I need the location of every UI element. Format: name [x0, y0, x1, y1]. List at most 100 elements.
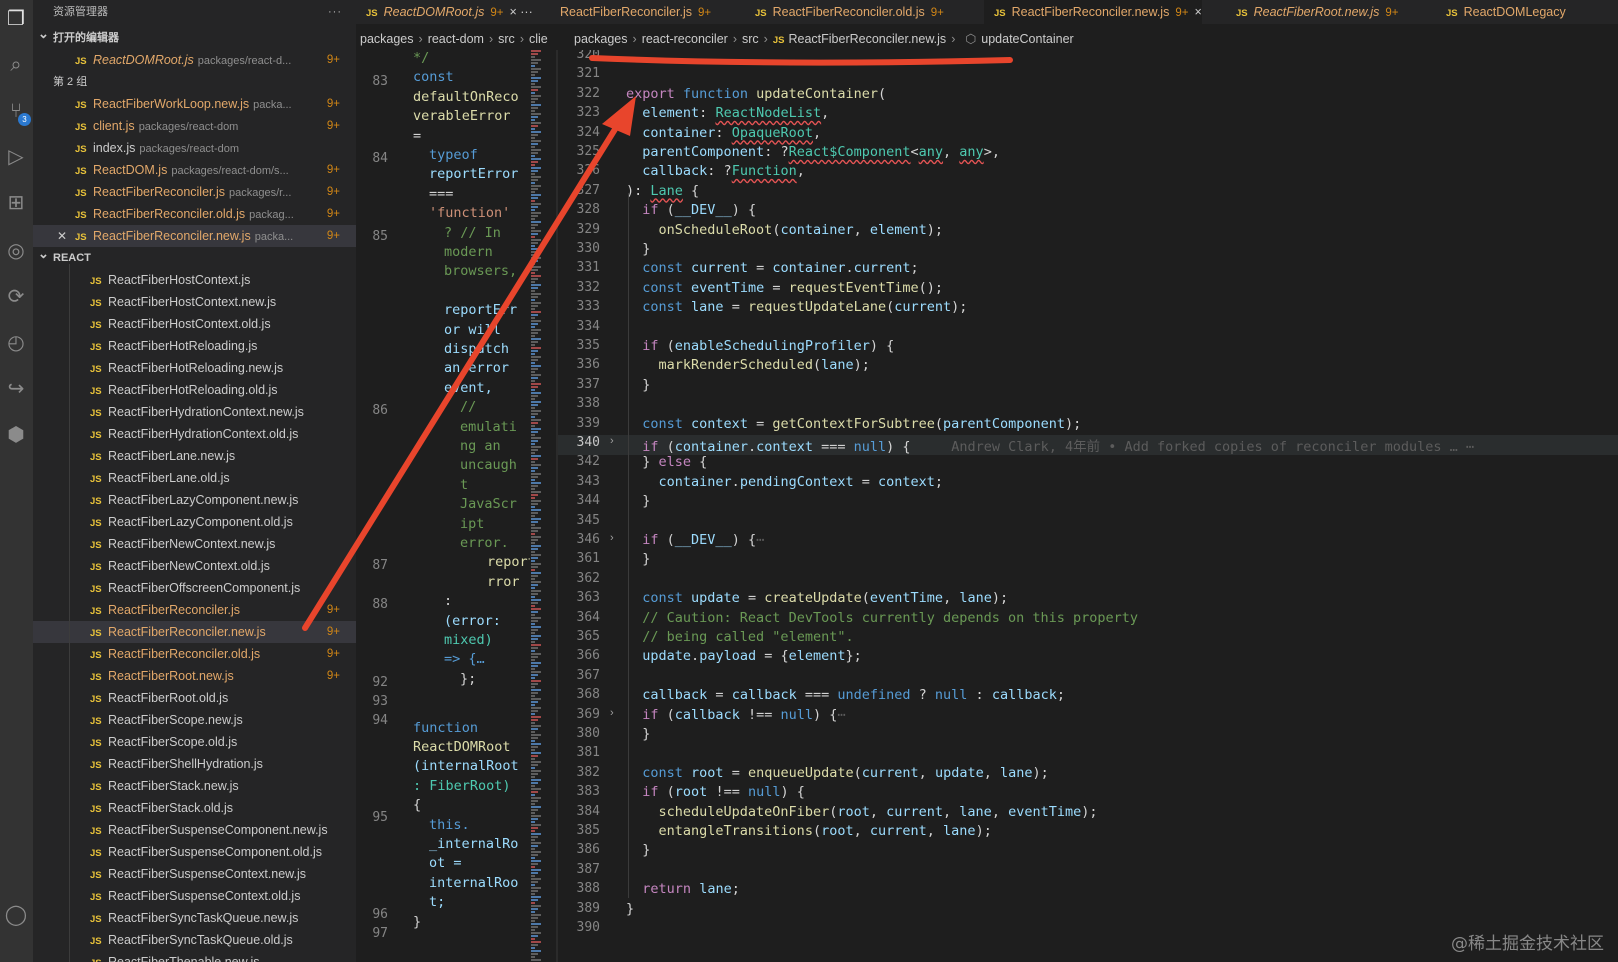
react-folder-header[interactable]: REACT — [33, 243, 356, 269]
file-row[interactable]: JS client.js packages/react-dom 9+ — [33, 115, 356, 137]
account-icon[interactable]: ◯ — [3, 902, 29, 928]
modified-badge: 9+ — [326, 626, 340, 638]
source-control-icon[interactable]: ⑂ 3 — [3, 98, 31, 126]
search-icon[interactable]: ⌕ — [3, 52, 29, 78]
code-line: dispatch — [444, 341, 510, 357]
file-row[interactable]: JS ReactFiberReconciler.js 9+ — [33, 599, 356, 621]
file-row[interactable]: ✕ JS ReactFiberReconciler.new.js packa... 9+ — [33, 225, 356, 247]
breadcrumb-item[interactable]: react-reconciler — [642, 32, 728, 46]
file-row[interactable]: JS ReactFiberStack.new.js — [33, 775, 356, 797]
file-row[interactable]: JS ReactFiberSyncTaskQueue.new.js — [33, 907, 356, 929]
file-row[interactable]: JS ReactFiberSyncTaskQueue.old.js — [33, 929, 356, 951]
editor-tab[interactable]: ReactFiberReconciler.js 9+ — [550, 0, 711, 24]
file-row[interactable]: JS ReactFiberSuspenseComponent.old.js — [33, 841, 356, 863]
code-line: emulati — [460, 418, 517, 435]
file-row[interactable]: JS ReactFiberHotReloading.old.js — [33, 379, 356, 401]
file-row[interactable]: JS ReactFiberSuspenseComponent.new.js — [33, 819, 356, 841]
breadcrumb-item[interactable]: react-dom — [428, 32, 484, 46]
file-row[interactable]: JS ReactFiberHotReloading.new.js — [33, 357, 356, 379]
breadcrumb-item[interactable]: src — [742, 32, 759, 46]
line-number: 380 — [576, 726, 600, 741]
file-row[interactable]: JS ReactFiberHydrationContext.new.js — [33, 401, 356, 423]
file-row[interactable]: JS ReactFiberSuspenseContext.old.js — [33, 885, 356, 907]
explorer-icon[interactable]: ❐ — [3, 6, 29, 32]
settings-sync-icon[interactable]: ⬢ — [3, 422, 29, 448]
editor-tab[interactable]: JS ReactDOMRoot.js 9+ × ··· — [356, 0, 533, 24]
editor-tab[interactable]: JS ReactFiberReconciler.new.js 9+ × — [984, 0, 1202, 24]
line-number: 83 — [372, 74, 388, 89]
line-number: 94 — [372, 713, 388, 728]
file-row[interactable]: JS ReactFiberHostContext.old.js — [33, 313, 356, 335]
js-file-icon: JS — [90, 650, 102, 661]
js-file-icon: JS — [90, 936, 102, 947]
file-row[interactable]: JS ReactDOM.js packages/react-dom/s... 9+ — [33, 159, 356, 181]
js-file-icon: JS — [90, 694, 102, 705]
breadcrumb-item[interactable]: ReactFiberReconciler.new.js — [788, 32, 946, 46]
breadcrumb-item[interactable]: packages — [574, 32, 628, 46]
line-number: 96 — [372, 907, 388, 922]
breadcrumb-item[interactable]: src — [498, 32, 515, 46]
tab-close-icon[interactable]: × — [1194, 5, 1201, 19]
file-row[interactable]: JS ReactFiberNewContext.old.js — [33, 555, 356, 577]
close-icon[interactable]: ✕ — [57, 225, 67, 247]
fold-chevron-icon[interactable]: › — [610, 532, 614, 544]
timeline-icon[interactable]: ◴ — [3, 330, 29, 356]
breadcrumb-item[interactable]: packages — [360, 32, 414, 46]
file-row[interactable]: JS ReactFiberStack.old.js — [33, 797, 356, 819]
file-row[interactable]: JS ReactFiberOffscreenComponent.js — [33, 577, 356, 599]
open-editors-header[interactable]: 打开的编辑器 — [33, 23, 356, 49]
breadcrumb-item[interactable]: clie — [529, 32, 548, 46]
js-file-icon: JS — [90, 716, 102, 727]
file-row[interactable]: JS ReactFiberLazyComponent.new.js — [33, 489, 356, 511]
file-row[interactable]: JS ReactFiberReconciler.new.js 9+ — [33, 621, 356, 643]
editor-tab[interactable]: JS ReactDOMLegacy — [1436, 0, 1566, 24]
file-name: ReactFiberThenable.new.js — [108, 955, 260, 962]
git-graph-icon[interactable]: ⟳ — [3, 284, 29, 310]
file-row[interactable]: JS ReactFiberSuspenseContext.new.js — [33, 863, 356, 885]
breadcrumb-item[interactable]: updateContainer — [981, 32, 1073, 46]
code-line: uncaugh — [460, 457, 517, 474]
tab-close-icon[interactable]: × ··· — [509, 5, 532, 19]
file-row[interactable]: JS ReactFiberHostContext.js — [33, 269, 356, 291]
extensions-icon[interactable]: ⊞ — [3, 190, 29, 216]
editor-tab[interactable]: JS ReactFiberRoot.new.js 9+ — [1226, 0, 1399, 24]
js-file-icon: JS — [90, 298, 102, 309]
js-file-icon: JS — [1236, 8, 1248, 19]
file-row[interactable]: JS ReactDOMRoot.js packages/react-d... 9+ — [33, 49, 356, 71]
file-row[interactable]: JS ReactFiberLazyComponent.old.js — [33, 511, 356, 533]
left-editor-pane[interactable]: 83 84 85 86 87 88 92 93 94 95 96 97 */ const defaultOn… — [356, 50, 558, 962]
file-row[interactable]: JS ReactFiberHostContext.new.js — [33, 291, 356, 313]
file-row[interactable]: JS ReactFiberRoot.new.js 9+ — [33, 665, 356, 687]
file-row[interactable]: JS ReactFiberHydrationContext.old.js — [33, 423, 356, 445]
run-debug-icon[interactable]: ▷ — [3, 144, 29, 170]
file-row[interactable]: JSReactFiberThenable.new.js — [33, 951, 356, 962]
file-row[interactable]: JS ReactFiberNewContext.new.js — [33, 533, 356, 555]
file-path: packa... — [253, 99, 292, 111]
file-row[interactable]: JS ReactFiberHotReloading.js — [33, 335, 356, 357]
file-row[interactable]: JS ReactFiberShellHydration.js — [33, 753, 356, 775]
line-number: 327 — [576, 182, 600, 198]
file-row[interactable]: JS ReactFiberRoot.old.js — [33, 687, 356, 709]
more-actions-icon[interactable]: ··· — [328, 0, 342, 24]
file-row[interactable]: JS ReactFiberWorkLoop.new.js packa... 9+ — [33, 93, 356, 115]
js-file-icon: JS — [366, 8, 378, 19]
file-row[interactable]: JS index.js packages/react-dom — [33, 137, 356, 159]
file-row[interactable]: JS ReactFiberScope.old.js — [33, 731, 356, 753]
file-row[interactable]: JS ReactFiberScope.new.js — [33, 709, 356, 731]
remote-icon[interactable]: ◎ — [3, 238, 29, 264]
modified-badge: 9+ — [326, 230, 340, 242]
left-minimap[interactable] — [530, 50, 544, 962]
share-icon[interactable]: ↪ — [3, 376, 29, 402]
file-row[interactable]: JS ReactFiberLane.new.js — [33, 445, 356, 467]
line-number: 339 — [576, 415, 600, 431]
fold-chevron-icon[interactable]: › — [610, 435, 614, 447]
tree-indent-guide — [69, 264, 70, 962]
file-row[interactable]: JS ReactFiberReconciler.js packages/r... 9+ — [33, 181, 356, 203]
right-editor-pane[interactable]: 320 321 322 export function updateContainer… — [558, 50, 1618, 962]
file-row[interactable]: JS ReactFiberReconciler.old.js 9+ — [33, 643, 356, 665]
file-row[interactable]: JS ReactFiberReconciler.old.js packag... 9+ — [33, 203, 356, 225]
editor-tab[interactable]: JS ReactFiberReconciler.old.js 9+ — [745, 0, 944, 24]
fold-chevron-icon[interactable]: › — [610, 707, 614, 719]
file-row[interactable]: JS ReactFiberLane.old.js — [33, 467, 356, 489]
breadcrumb-separator-icon: › — [763, 32, 768, 46]
